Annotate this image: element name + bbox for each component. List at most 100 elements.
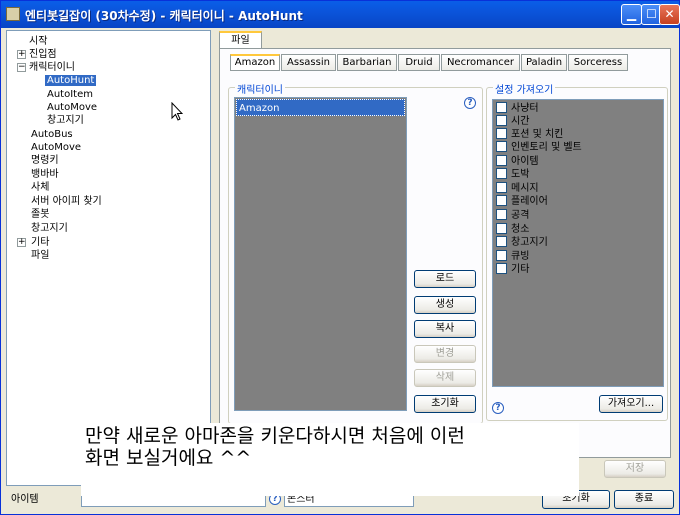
navigation-tree: 시작 진입점 + 캐릭터이니 − AutoHunt AutoItem AutoM…: [6, 30, 211, 486]
tree-item-label: 사체: [31, 182, 50, 193]
option-hunting-ground[interactable]: 사냥터: [496, 102, 539, 115]
tree-item-label: 뱅바바: [31, 169, 59, 180]
checkbox[interactable]: [496, 209, 507, 220]
app-window: 엔티봇길잡이 (30차수정) - 캐릭터이니 - AutoHunt ▁ ☐ ✕ …: [0, 0, 680, 515]
option-message[interactable]: 메시지: [496, 182, 539, 195]
tree-item-file[interactable]: 파일: [31, 249, 49, 262]
checkbox[interactable]: [496, 182, 507, 193]
right-panel: 파일 Amazon Assassin Barbarian Druid Necro…: [216, 30, 674, 490]
settings-group-title: 설정 가져오기: [493, 81, 556, 96]
checkbox[interactable]: [496, 102, 507, 113]
option-attack[interactable]: 공격: [496, 209, 529, 222]
minimize-button[interactable]: ▁: [621, 4, 642, 25]
tree-item-label: AutoBus: [31, 129, 73, 140]
tree-item-label: AutoItem: [47, 89, 93, 100]
tree-item-minion-bot[interactable]: 졸봇: [31, 208, 49, 221]
checkbox[interactable]: [496, 141, 507, 152]
tree-item-autohunt[interactable]: AutoHunt: [45, 74, 97, 87]
option-item[interactable]: 아이템: [496, 155, 539, 168]
import-button[interactable]: 가져오기...: [599, 395, 663, 413]
tab-paladin[interactable]: Paladin: [521, 54, 567, 71]
list-item[interactable]: Amazon: [236, 99, 405, 116]
close-button[interactable]: ✕: [659, 4, 680, 25]
character-list[interactable]: Amazon: [234, 97, 407, 411]
tree-item-entry[interactable]: 진입점: [29, 48, 57, 61]
checkbox[interactable]: [496, 168, 507, 179]
reset-button[interactable]: 초기화: [414, 395, 476, 413]
collapse-icon[interactable]: −: [17, 63, 26, 72]
tab-file[interactable]: 파일: [219, 31, 262, 49]
option-player[interactable]: 플레이어: [496, 195, 548, 208]
tree-item-label: 기타: [31, 237, 50, 248]
tree-item-label: 명령키: [31, 155, 59, 166]
tree-item-misc[interactable]: 기타: [31, 236, 49, 249]
tree-item-autoitem[interactable]: AutoItem: [47, 88, 93, 101]
settings-options-list: 사냥터 시간 포션 및 치킨 인벤토리 및 벨트 아이템 도박 메시지 플레이어…: [492, 99, 664, 387]
checkbox[interactable]: [496, 223, 507, 234]
option-misc[interactable]: 기타: [496, 263, 529, 276]
app-icon: [6, 7, 20, 21]
tree-item-label: AutoMove: [31, 142, 82, 153]
expand-icon[interactable]: +: [17, 238, 26, 247]
checkbox[interactable]: [496, 155, 507, 166]
tree-item-start[interactable]: 시작: [29, 35, 47, 48]
tree-item-label: 창고지기: [31, 223, 68, 234]
tree-item-stash-root[interactable]: 창고지기: [31, 222, 68, 235]
checkbox[interactable]: [496, 195, 507, 206]
tree-item-automove-root[interactable]: AutoMove: [31, 141, 81, 154]
expand-icon[interactable]: +: [17, 50, 26, 59]
character-group-title: 캐릭터이니: [235, 81, 285, 96]
checkbox[interactable]: [496, 236, 507, 247]
help-icon[interactable]: ?: [464, 97, 476, 109]
option-stash[interactable]: 창고지기: [496, 236, 548, 249]
annotation-overlay: 만약 새로운 아마존을 키운다하시면 처음에 이런 화면 보실거에요 ^^: [81, 423, 579, 496]
mouse-cursor-icon: [171, 102, 183, 121]
tab-barbarian[interactable]: Barbarian: [337, 54, 397, 71]
load-button[interactable]: 로드: [414, 270, 476, 288]
tree-item-baal[interactable]: 뱅바바: [31, 168, 59, 181]
annotation-text: 만약 새로운 아마존을 키운다하시면 처음에 이런 화면 보실거에요 ^^: [85, 425, 465, 469]
checkbox[interactable]: [496, 250, 507, 261]
option-cleanup[interactable]: 청소: [496, 223, 529, 236]
tree-item-label: 파일: [31, 250, 50, 261]
tree-item-stash[interactable]: 창고지기: [47, 114, 84, 127]
help-icon[interactable]: ?: [492, 402, 504, 414]
create-button[interactable]: 생성: [414, 296, 476, 314]
tab-sorceress[interactable]: Sorceress: [568, 54, 628, 71]
tree-item-label: 창고지기: [47, 115, 84, 126]
tree-item-label: AutoHunt: [45, 75, 97, 86]
option-time[interactable]: 시간: [496, 115, 529, 128]
tree-item-automove[interactable]: AutoMove: [47, 101, 97, 114]
option-potion-chicken[interactable]: 포션 및 치킨: [496, 128, 563, 141]
tab-assassin[interactable]: Assassin: [281, 54, 336, 71]
window-title: 엔티봇길잡이 (30차수정) - 캐릭터이니 - AutoHunt: [25, 9, 303, 23]
change-button[interactable]: 변경: [414, 345, 476, 363]
copy-button[interactable]: 복사: [414, 320, 476, 338]
tree-item-label: AutoMove: [47, 102, 98, 113]
delete-button[interactable]: 삭제: [414, 369, 476, 387]
tree-item-label: 캐릭터이니: [29, 62, 75, 73]
tab-amazon[interactable]: Amazon: [230, 54, 280, 71]
exit-button[interactable]: 종료: [614, 490, 674, 509]
tab-content: Amazon Assassin Barbarian Druid Necroman…: [219, 48, 671, 458]
checkbox[interactable]: [496, 263, 507, 274]
checkbox[interactable]: [496, 115, 507, 126]
tree-item-label: 졸봇: [31, 209, 50, 220]
item-label: 아이템: [11, 494, 39, 505]
option-cubing[interactable]: 큐빙: [496, 250, 529, 263]
title-bar: 엔티봇길잡이 (30차수정) - 캐릭터이니 - AutoHunt ▁ ☐ ✕: [1, 1, 680, 28]
tree-item-server-ip[interactable]: 서버 아이피 찾기: [31, 195, 102, 208]
tree-item-label: 진입점: [29, 49, 57, 60]
save-button[interactable]: 저장: [604, 460, 666, 478]
tree-item-character-ini[interactable]: 캐릭터이니: [29, 61, 75, 74]
tree-item-corpse[interactable]: 사체: [31, 181, 49, 194]
option-gamble[interactable]: 도박: [496, 168, 529, 181]
tree-item-label: 시작: [29, 36, 48, 47]
checkbox[interactable]: [496, 128, 507, 139]
tree-item-command-keys[interactable]: 명령키: [31, 154, 59, 167]
tree-item-autobus[interactable]: AutoBus: [31, 128, 73, 141]
tree-item-label: 서버 아이피 찾기: [31, 196, 102, 207]
tab-necromancer[interactable]: Necromancer: [441, 54, 520, 71]
option-inventory-belt[interactable]: 인벤토리 및 벨트: [496, 141, 582, 154]
tab-druid[interactable]: Druid: [398, 54, 440, 71]
